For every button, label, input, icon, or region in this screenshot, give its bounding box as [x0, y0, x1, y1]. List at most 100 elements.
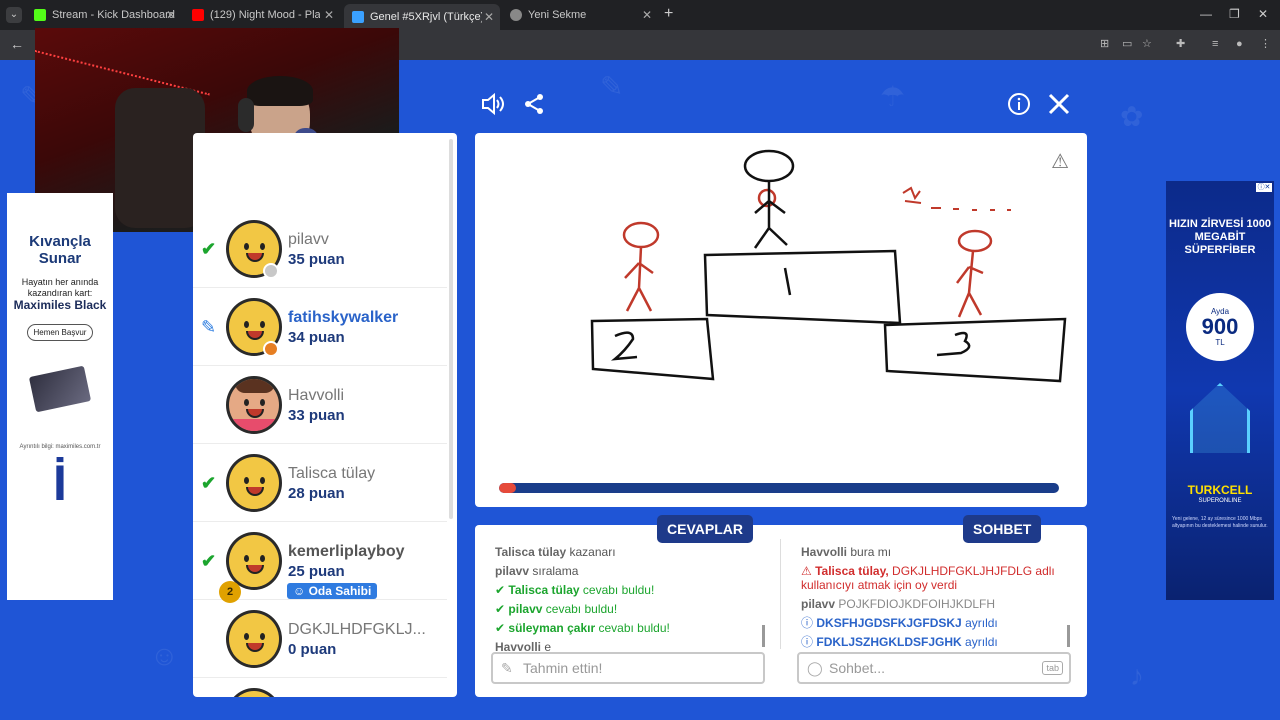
player-row[interactable]: DGKJLHDFGKLJ... 0 puan [193, 601, 447, 678]
ad-right-banner[interactable]: ⓘ✕ HIZIN ZİRVESİ 1000 MEGABİT SÜPERFİBER… [1166, 181, 1274, 600]
player-score: 34 puan [288, 329, 345, 346]
chat-scrollbar[interactable] [1067, 625, 1070, 647]
new-tab-button[interactable]: + [664, 5, 673, 23]
price-value: 900 [1201, 314, 1239, 339]
extensions-icon[interactable]: ✚ [1176, 38, 1188, 50]
player-name: fatihskywalker [288, 309, 399, 326]
message-user: Talisca tülay, [815, 564, 889, 578]
ad-left-banner[interactable]: Kıvançla Sunar Hayatın her anında kazand… [7, 193, 113, 600]
message-user: DKSFHJGDSFKJGFDSKJ [816, 616, 962, 630]
media-controls-icon[interactable]: ≡ [1212, 38, 1224, 50]
message-text: bura mı [850, 545, 892, 559]
player-score: 28 puan [288, 485, 345, 502]
message-text: ayrıldı [965, 635, 998, 649]
podium-second [590, 317, 715, 381]
youtube-favicon-icon [192, 9, 204, 21]
figure-head [622, 221, 660, 249]
tab-chat[interactable]: SOHBET [963, 515, 1042, 543]
back-arrow-icon[interactable]: ← [10, 36, 24, 52]
ad-info: Ayrıntılı bilgi: maximiles.com.tr [19, 444, 101, 450]
close-tab-icon[interactable]: ✕ [166, 8, 176, 22]
player-row[interactable] [193, 679, 447, 697]
player-score: 33 puan [288, 407, 345, 424]
more-menu-icon[interactable]: ⋮ [1260, 38, 1272, 50]
browser-tab-gartic[interactable]: Genel #5XRjvl (Türkçe) - Gartic ✕ [344, 4, 500, 30]
round-timer-fill [499, 483, 516, 493]
tab-title: Yeni Sekme [528, 9, 587, 21]
figure-body [624, 246, 654, 312]
background-doodle-icon: ✿ [1120, 101, 1144, 132]
guess-input[interactable]: ✎ Tahmin ettin! [491, 652, 765, 684]
background-doodle-icon: ☺ [150, 640, 179, 671]
room-owner-badge: ☺ Oda Sahibi [287, 583, 378, 599]
player-name: Talisca tülay [288, 465, 376, 482]
minimize-icon[interactable]: — [1200, 7, 1212, 21]
message-user: pilavv [508, 602, 543, 616]
ad-brand: Kıvançla Sunar [29, 233, 91, 267]
player-row[interactable]: ✔ pilavv 35 puan [193, 211, 447, 288]
check-icon: ✔ [201, 473, 217, 493]
gartic-favicon-icon [352, 11, 364, 23]
check-icon: ✔ [495, 621, 506, 635]
close-icon[interactable] [1047, 92, 1071, 121]
tab-title: Stream - Kick Dashboard [52, 9, 175, 21]
chat-message: ⓘ DKSFHJGDSFKJGFDSKJ ayrıldı [801, 614, 1081, 633]
ad-brand: TURKCELL [1187, 483, 1253, 497]
player-row[interactable]: ✎ fatihskywalker 34 puan [193, 289, 447, 366]
browser-tab-youtube[interactable]: (129) Night Mood - Playlist ✕ [184, 4, 340, 26]
player-row[interactable]: Havvolli 33 puan [193, 367, 447, 444]
ad-choices-icon[interactable]: ⓘ✕ [1256, 183, 1272, 192]
status-dot [263, 263, 279, 279]
message-user: Talisca tülay [508, 583, 580, 597]
player-row[interactable]: ✔ Talisca tülay 28 puan [193, 445, 447, 522]
ad-apply-button[interactable]: Hemen Başvur [26, 324, 94, 341]
share-icon[interactable] [522, 92, 546, 121]
player-name: DGKJLHDFGKLJ... [288, 621, 426, 638]
player-row[interactable]: ✔ 2 kemerliplayboy 25 puan ☺ Oda Sahibi [193, 523, 447, 603]
answer-message: ✔ Talisca tülay cevabı buldu! [495, 581, 775, 600]
credit-card-image [28, 365, 92, 413]
background-doodle-icon: ✎ [600, 71, 624, 102]
player-name: kemerliplayboy [288, 543, 405, 560]
podium-first-label [783, 267, 792, 296]
browser-tab-kick[interactable]: Stream - Kick Dashboard ✕ [26, 4, 182, 26]
browser-tab-newtab[interactable]: Yeni Sekme ✕ [502, 4, 658, 26]
chat-message: pilavv POJKFDIOJKDFOIHJKDLFH [801, 595, 1081, 614]
cast-icon[interactable]: ▭ [1122, 38, 1134, 50]
profile-icon[interactable]: ● [1236, 38, 1248, 50]
chat-input[interactable]: ◯ Sohbet... tab [797, 652, 1071, 684]
answer-message: ✔ pilavv cevabı buldu! [495, 600, 775, 619]
tab-search-button[interactable]: ⌄ [6, 7, 22, 23]
tab-title: (129) Night Mood - Playlist [210, 9, 320, 21]
check-icon: ✔ [495, 583, 506, 597]
message-text: ayrıldı [965, 616, 998, 630]
chat-message: ⚠ Talisca tülay, DGKJLHDFGKLJHJFDLG adlı… [801, 564, 1081, 592]
answers-scrollbar[interactable] [762, 625, 765, 647]
pencil-icon: ✎ [201, 317, 217, 337]
info-icon[interactable] [1007, 92, 1031, 121]
close-tab-icon[interactable]: ✕ [324, 8, 334, 22]
headset [238, 98, 254, 132]
window-close-icon[interactable]: ✕ [1258, 7, 1268, 21]
speaker-icon[interactable] [480, 92, 506, 121]
restore-icon[interactable]: ❐ [1229, 7, 1240, 21]
red-scribble [902, 186, 1011, 211]
player-name: Havvolli [288, 387, 345, 404]
player-score: 0 puan [288, 641, 337, 658]
drawing-canvas[interactable]: ⚠ [475, 133, 1087, 507]
close-tab-icon[interactable]: ✕ [642, 8, 652, 22]
answer-message: pilavv sıralama [495, 562, 775, 581]
message-user: Havvolli [801, 545, 848, 559]
status-dot [263, 341, 279, 357]
globe-favicon-icon [510, 9, 522, 21]
translate-icon[interactable]: ⊞ [1100, 38, 1112, 50]
close-tab-icon[interactable]: ✕ [484, 10, 494, 24]
browser-tabbar: ⌄ Stream - Kick Dashboard ✕ (129) Night … [0, 0, 1280, 30]
info-icon: ⓘ [801, 616, 814, 630]
bookmark-star-icon[interactable]: ☆ [1142, 38, 1154, 50]
chat-list: Havvolli bura mı ⚠ Talisca tülay, DGKJLH… [801, 543, 1081, 651]
podium-third [883, 317, 1067, 383]
answer-message: ✔ süleyman çakır cevabı buldu! [495, 619, 775, 638]
player-list-scrollbar[interactable] [449, 139, 453, 519]
tab-answers[interactable]: CEVAPLAR [657, 515, 753, 543]
